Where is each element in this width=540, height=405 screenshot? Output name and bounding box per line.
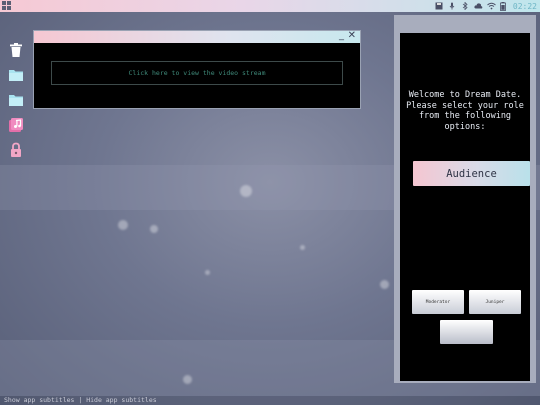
wifi-icon[interactable]	[487, 2, 496, 10]
battery-icon[interactable]	[500, 2, 508, 11]
wallpaper-bokeh	[300, 245, 305, 250]
juniper-button[interactable]: Juniper	[469, 290, 521, 314]
top-panel: 02:22	[0, 0, 540, 12]
role-selection-content: Welcome to Dream Date. Please select you…	[400, 33, 530, 381]
window-titlebar[interactable]: _ ✕	[34, 30, 360, 43]
close-button[interactable]: ✕	[348, 30, 356, 41]
clock[interactable]: 02:22	[513, 2, 537, 11]
moderator-button[interactable]: Moderator	[412, 290, 464, 314]
wallpaper-bokeh	[240, 185, 252, 197]
subtitles-separator: |	[74, 396, 87, 404]
role-selection-panel: Welcome to Dream Date. Please select you…	[394, 15, 536, 383]
welcome-message: Welcome to Dream Date. Please select you…	[406, 90, 524, 132]
wallpaper-bokeh	[183, 375, 192, 384]
microphone-icon[interactable]	[448, 2, 456, 10]
wallpaper-bokeh	[380, 280, 389, 289]
show-subtitles-link[interactable]: Show app subtitles	[4, 396, 74, 404]
folder-icon[interactable]	[8, 92, 24, 108]
music-library-icon[interactable]	[8, 117, 24, 133]
trash-icon[interactable]	[8, 42, 24, 58]
wallpaper-bokeh	[205, 270, 210, 275]
minimize-button[interactable]: _	[339, 30, 344, 41]
lock-icon[interactable]	[8, 142, 24, 158]
unlabeled-role-button[interactable]	[440, 320, 493, 344]
grid-icon[interactable]	[2, 1, 11, 10]
video-stream-link[interactable]: Click here to view the video stream	[51, 61, 343, 85]
cloud-icon[interactable]	[474, 2, 483, 10]
save-icon[interactable]	[435, 2, 443, 10]
video-stream-window: _ ✕ Click here to view the video stream	[33, 30, 361, 109]
folder-icon[interactable]	[8, 67, 24, 83]
subtitles-bar: Show app subtitles | Hide app subtitles	[0, 396, 540, 405]
wallpaper-bokeh	[118, 220, 128, 230]
system-tray: 02:22	[435, 0, 537, 12]
wallpaper-bokeh	[150, 225, 158, 233]
hide-subtitles-link[interactable]: Hide app subtitles	[86, 396, 156, 404]
audience-button[interactable]: Audience	[413, 161, 530, 186]
bluetooth-icon[interactable]	[461, 1, 469, 11]
